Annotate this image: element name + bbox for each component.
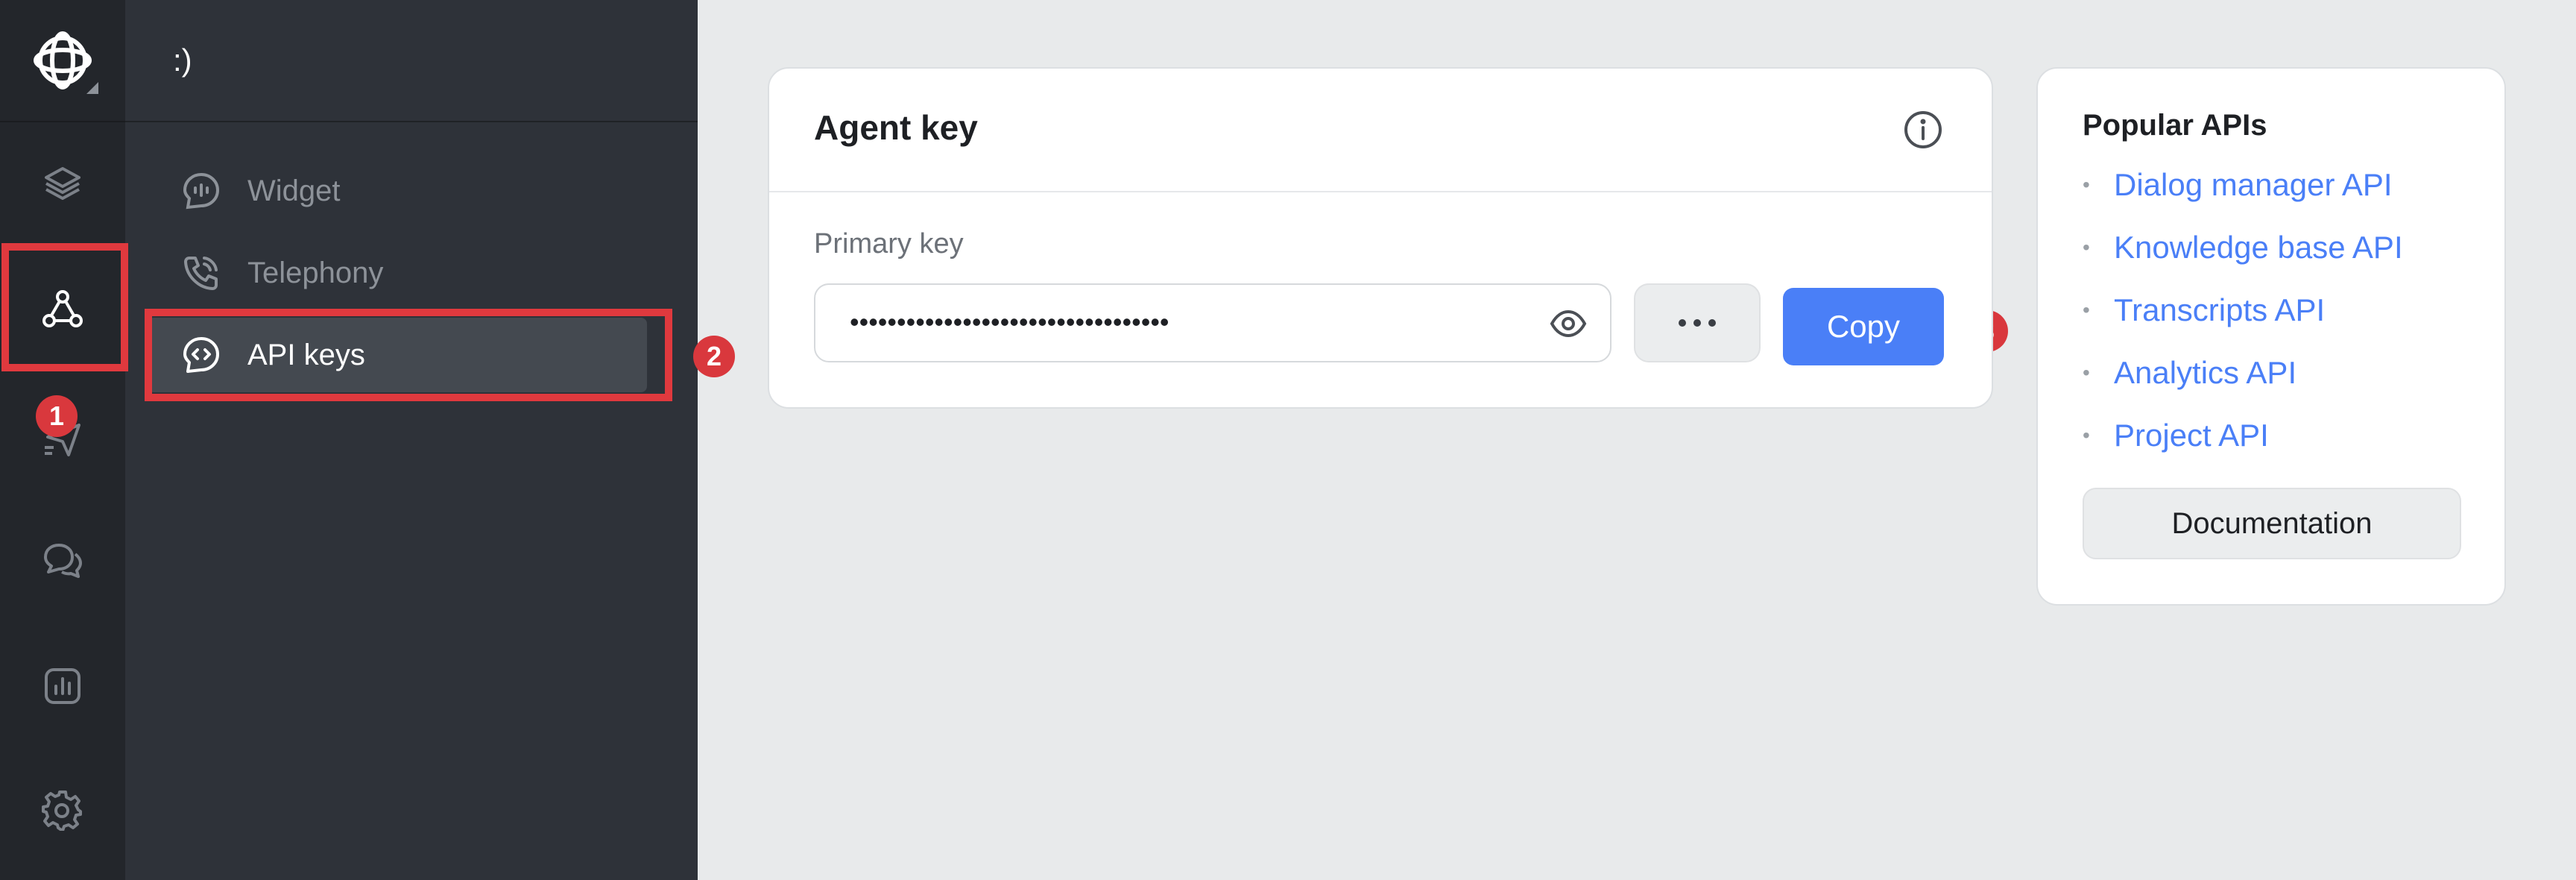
logo[interactable] (0, 0, 125, 122)
sidebar-title: :) (173, 43, 192, 78)
bullet: • (2083, 361, 2090, 384)
annotation-badge-1: 1 (36, 395, 78, 437)
more-options-button[interactable] (1634, 283, 1761, 362)
info-button[interactable] (1902, 109, 1951, 158)
phone-icon (180, 252, 222, 294)
api-link-dialog-manager[interactable]: • Dialog manager API (2083, 167, 2393, 203)
primary-key-label: Primary key (814, 228, 964, 260)
settings-icon (42, 791, 82, 831)
rail-layers[interactable] (33, 154, 92, 213)
rail-analytics[interactable] (33, 656, 92, 716)
sub-sidebar: :) Widget Telephony API keys (125, 0, 698, 880)
popular-apis-title: Popular APIs (2083, 109, 2267, 142)
sidebar-item-label: API keys (247, 338, 365, 371)
api-link-label: Knowledge base API (2114, 230, 2403, 265)
primary-key-value: •••••••••••••••••••••••••••••••••• (850, 307, 1169, 337)
popular-apis-card: Popular APIs • Dialog manager API • Know… (2036, 67, 2506, 606)
rail-chat[interactable] (33, 531, 92, 591)
api-link-label: Dialog manager API (2114, 167, 2393, 202)
documentation-button[interactable]: Documentation (2083, 488, 2461, 559)
agent-key-title: Agent key (814, 108, 978, 147)
sub-sidebar-header: :) (125, 0, 698, 122)
annotation-badge-2: 2 (693, 336, 735, 377)
bullet: • (2083, 236, 2090, 259)
api-link-transcripts[interactable]: • Transcripts API (2083, 292, 2325, 328)
api-link-label: Analytics API (2114, 355, 2297, 390)
card-divider (769, 191, 1992, 192)
integrations-icon (42, 290, 83, 327)
analytics-icon (45, 668, 80, 704)
primary-key-field[interactable]: •••••••••••••••••••••••••••••••••• (814, 283, 1611, 362)
chat-icon (44, 544, 82, 578)
layers-icon (45, 167, 80, 200)
info-icon (1904, 111, 1942, 148)
agent-key-card: Agent key Primary key ••••••••••••••••••… (768, 67, 1993, 409)
bullet: • (2083, 173, 2090, 196)
api-link-analytics[interactable]: • Analytics API (2083, 355, 2296, 391)
api-link-label: Project API (2114, 418, 2269, 453)
sidebar-item-api-keys[interactable]: API keys (148, 318, 647, 392)
sidebar-item-telephony[interactable]: Telephony (148, 236, 647, 310)
api-link-knowledge-base[interactable]: • Knowledge base API (2083, 230, 2403, 265)
bullet: • (2083, 298, 2090, 321)
more-icon (1679, 319, 1716, 327)
show-key-button[interactable] (1546, 301, 1591, 346)
rail-integrations[interactable] (33, 279, 92, 339)
sidebar-item-label: Widget (247, 174, 341, 207)
widget-icon (180, 170, 222, 212)
sidebar-item-widget[interactable]: Widget (148, 154, 647, 228)
api-link-project[interactable]: • Project API (2083, 418, 2269, 453)
bullet: • (2083, 424, 2090, 447)
api-icon (180, 334, 222, 376)
api-link-label: Transcripts API (2114, 292, 2326, 327)
sidebar-item-label: Telephony (247, 256, 384, 289)
copy-button[interactable]: Copy (1783, 288, 1944, 365)
rail-settings[interactable] (33, 780, 92, 840)
eye-icon (1550, 309, 1587, 338)
icon-rail (0, 0, 125, 880)
logo-menu-corner (86, 82, 98, 94)
